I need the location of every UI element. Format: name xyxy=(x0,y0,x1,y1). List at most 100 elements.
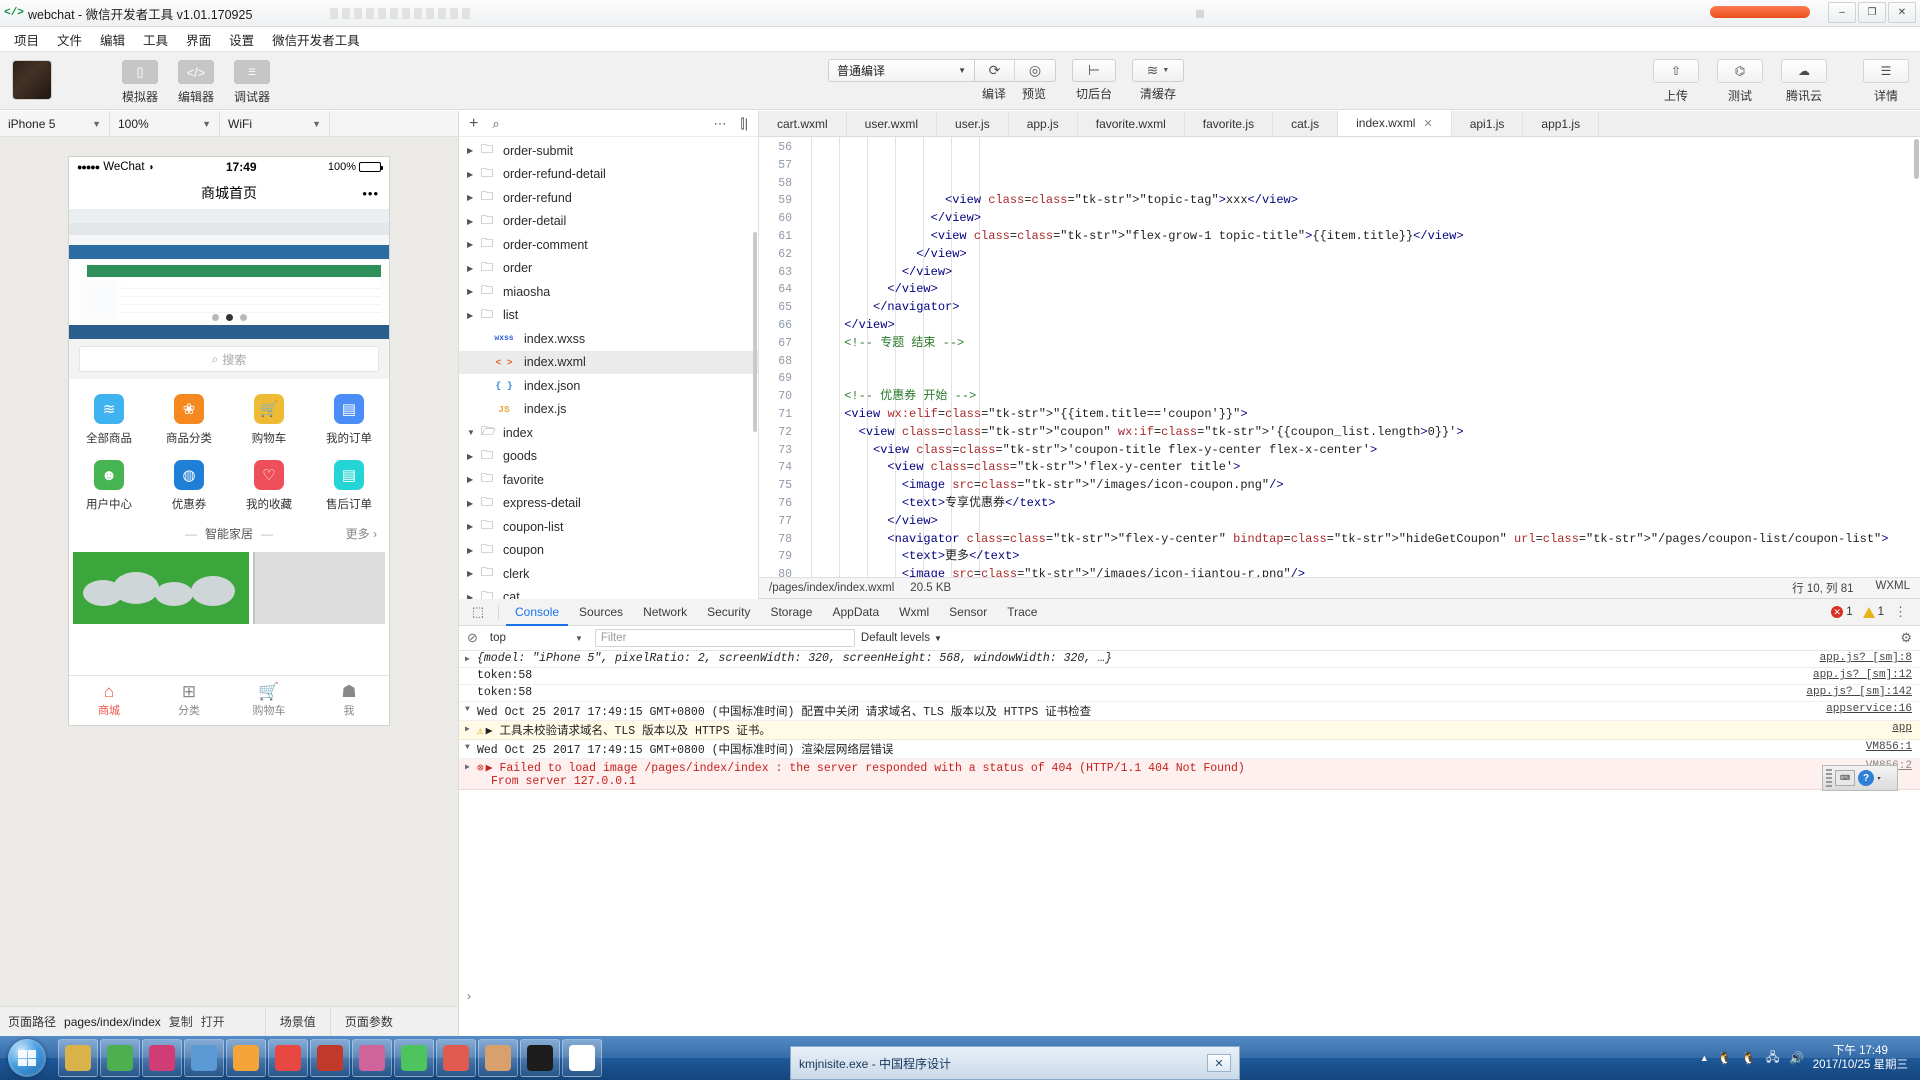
chevron-right-icon[interactable]: ▶ xyxy=(467,264,481,273)
console-message-source[interactable]: app xyxy=(1882,722,1912,734)
code-line[interactable]: </view> xyxy=(801,513,1920,531)
code-line[interactable]: <image src=class="tk-str">"/images/icon-… xyxy=(801,566,1920,577)
file-tree-node[interactable]: ▶ 🗀 list xyxy=(459,304,758,328)
taskbar-popup[interactable]: kmjnisite.exe - 中国程序设计 ✕ xyxy=(790,1046,1240,1080)
editor-tab[interactable]: app.js xyxy=(1008,111,1078,136)
close-button[interactable]: ✕ xyxy=(1888,2,1916,23)
test-button[interactable]: ⌬ 测试 xyxy=(1714,59,1766,104)
tencent-cloud-button[interactable]: ☁ 腾讯云 xyxy=(1778,59,1830,104)
console-message-source[interactable]: app.js? [sm]:8 xyxy=(1810,652,1912,664)
chevron-right-icon[interactable]: ▶ xyxy=(467,522,481,531)
code-line[interactable]: </view> xyxy=(801,281,1920,299)
chevron-right-icon[interactable]: ▶ xyxy=(467,475,481,484)
editor-tab[interactable]: user.js xyxy=(937,111,1009,136)
expand-arrow-icon[interactable]: ▼ xyxy=(465,741,475,752)
code-line[interactable]: <image src=class="tk-str">"/images/icon-… xyxy=(801,477,1920,495)
file-tree-node[interactable]: < > index.wxml xyxy=(459,350,758,374)
tray-penguin-icon[interactable]: 🐧 xyxy=(1717,1050,1733,1066)
console-message[interactable]: ▶ ⚠ ▶ 工具未校验请求域名、TLS 版本以及 HTTPS 证书。 app xyxy=(459,721,1920,740)
drag-handle[interactable] xyxy=(1826,769,1832,787)
code-text[interactable]: <view class=class="tk-str">"topic-tag">x… xyxy=(801,137,1920,577)
console-message[interactable]: ▼ Wed Oct 25 2017 17:49:15 GMT+0800 (中国标准… xyxy=(459,702,1920,721)
file-tree-node[interactable]: ▼ 🗁 index xyxy=(459,421,758,445)
popup-close-button[interactable]: ✕ xyxy=(1207,1054,1231,1072)
promo-card-right[interactable] xyxy=(252,552,385,624)
file-tree-node[interactable]: JS index.js xyxy=(459,398,758,422)
file-tree-list[interactable]: ▶ 🗀 order-submit ▶ 🗀 order-refund-detail ▶ 🗀 ord… xyxy=(459,137,758,599)
file-tree-node[interactable]: ▶ 🗀 order-refund xyxy=(459,186,758,210)
console-message[interactable]: ▶ {model: "iPhone 5", pixelRatio: 2, scre… xyxy=(459,651,1920,668)
code-line[interactable] xyxy=(801,370,1920,388)
phone-banner[interactable] xyxy=(69,209,389,339)
floating-ime-widget[interactable]: ⌨ ? ▾ xyxy=(1822,765,1898,791)
minimize-button[interactable]: – xyxy=(1828,2,1856,23)
network-select[interactable]: WiFi ▼ xyxy=(220,111,330,136)
code-line[interactable] xyxy=(801,353,1920,371)
taskbar-item[interactable] xyxy=(268,1039,308,1077)
editor-tab[interactable]: user.wxml xyxy=(846,111,938,136)
console-message[interactable]: token:58 app.js? [sm]:12 xyxy=(459,668,1920,685)
editor-tab[interactable]: index.wxml ✕ xyxy=(1338,111,1452,136)
console-message-source[interactable]: app.js? [sm]:12 xyxy=(1803,669,1912,681)
section-more-link[interactable]: 更多 › xyxy=(346,525,377,542)
menu-item-edit[interactable]: 编辑 xyxy=(92,27,133,52)
tab-sensor[interactable]: Sensor xyxy=(940,599,996,626)
chevron-right-icon[interactable]: ▶ xyxy=(467,146,481,155)
menu-item-interface[interactable]: 界面 xyxy=(178,27,219,52)
menu-item-devtools[interactable]: 微信开发者工具 xyxy=(264,27,368,52)
chevron-right-icon[interactable]: ▶ xyxy=(467,193,481,202)
taskbar-item[interactable] xyxy=(100,1039,140,1077)
debugger-toggle-button[interactable]: ☰ 调试器 xyxy=(224,60,280,105)
tab-network[interactable]: Network xyxy=(634,599,696,626)
console-message[interactable]: ▶ ⊗ ▶ Failed to load image /pages/index/in… xyxy=(459,759,1920,790)
status-language[interactable]: WXML xyxy=(1876,580,1911,596)
taskbar-item[interactable] xyxy=(184,1039,224,1077)
code-line[interactable]: </navigator> xyxy=(801,299,1920,317)
phone-tab-cart[interactable]: 🛒 购物车 xyxy=(229,676,309,725)
compile-button[interactable]: ⟳ xyxy=(975,60,1015,81)
code-line[interactable]: </view> xyxy=(801,264,1920,282)
devtools-menu-icon[interactable]: ⋮ xyxy=(1894,604,1908,620)
editor-tab[interactable]: favorite.js xyxy=(1184,111,1274,136)
code-line[interactable]: <!-- 优惠券 开始 --> xyxy=(801,388,1920,406)
file-tree-node[interactable]: ▶ 🗀 coupon-list xyxy=(459,515,758,539)
file-tree-node[interactable]: ▶ 🗀 favorite xyxy=(459,468,758,492)
code-line[interactable]: <view class=class="tk-str">'flex-y-cente… xyxy=(801,459,1920,477)
tab-trace[interactable]: Trace xyxy=(998,599,1046,626)
search-icon[interactable]: ⌕ xyxy=(492,116,499,132)
keyboard-icon[interactable]: ⌨ xyxy=(1835,770,1855,786)
code-line[interactable]: <navigator class=class="tk-str">"flex-y-… xyxy=(801,531,1920,549)
console-context-select[interactable]: top ▼ xyxy=(484,632,589,644)
inspect-icon[interactable]: ⬚ xyxy=(465,604,491,620)
open-path-button[interactable]: 打开 xyxy=(201,1013,225,1030)
grid-item-aftersale[interactable]: ▤ 售后订单 xyxy=(309,453,389,519)
zoom-select[interactable]: 100% ▼ xyxy=(110,111,220,136)
menu-item-settings[interactable]: 设置 xyxy=(221,27,262,52)
maximize-button[interactable]: ❐ xyxy=(1858,2,1886,23)
console-prompt[interactable]: › xyxy=(459,986,1920,1006)
file-tree-node[interactable]: ▶ 🗀 order-submit xyxy=(459,139,758,163)
code-line[interactable]: <view class=class="tk-str">"topic-tag">x… xyxy=(801,192,1920,210)
taskbar-clock[interactable]: 下午 17:49 2017/10/25 星期三 xyxy=(1813,1044,1912,1072)
promo-card-left[interactable] xyxy=(73,552,249,624)
clear-console-icon[interactable]: ⊘ xyxy=(467,630,478,646)
file-tree-node[interactable]: ▶ 🗀 cat xyxy=(459,586,758,599)
tab-console[interactable]: Console xyxy=(506,599,568,626)
tab-storage[interactable]: Storage xyxy=(761,599,821,626)
chevron-right-icon[interactable]: ▶ xyxy=(467,170,481,179)
project-avatar[interactable] xyxy=(12,60,52,100)
help-icon[interactable]: ? xyxy=(1858,770,1874,786)
taskbar-item[interactable] xyxy=(226,1039,266,1077)
clear-cache-button[interactable]: ≋ ▼ xyxy=(1132,59,1184,82)
code-line[interactable]: <!-- 专题 结束 --> xyxy=(801,335,1920,353)
taskbar-item[interactable] xyxy=(562,1039,602,1077)
expand-arrow-icon[interactable]: ▶ xyxy=(465,722,475,734)
chevron-right-icon[interactable]: ▶ xyxy=(467,240,481,249)
warning-count-badge[interactable]: 1 xyxy=(1862,606,1884,618)
code-line[interactable]: </view> xyxy=(801,210,1920,228)
chevron-right-icon[interactable]: ▶ xyxy=(467,593,481,599)
start-button[interactable] xyxy=(0,1036,54,1080)
code-line[interactable]: <text>更多</text> xyxy=(801,548,1920,566)
tab-appdata[interactable]: AppData xyxy=(823,599,888,626)
code-line[interactable]: <text>专享优惠券</text> xyxy=(801,495,1920,513)
